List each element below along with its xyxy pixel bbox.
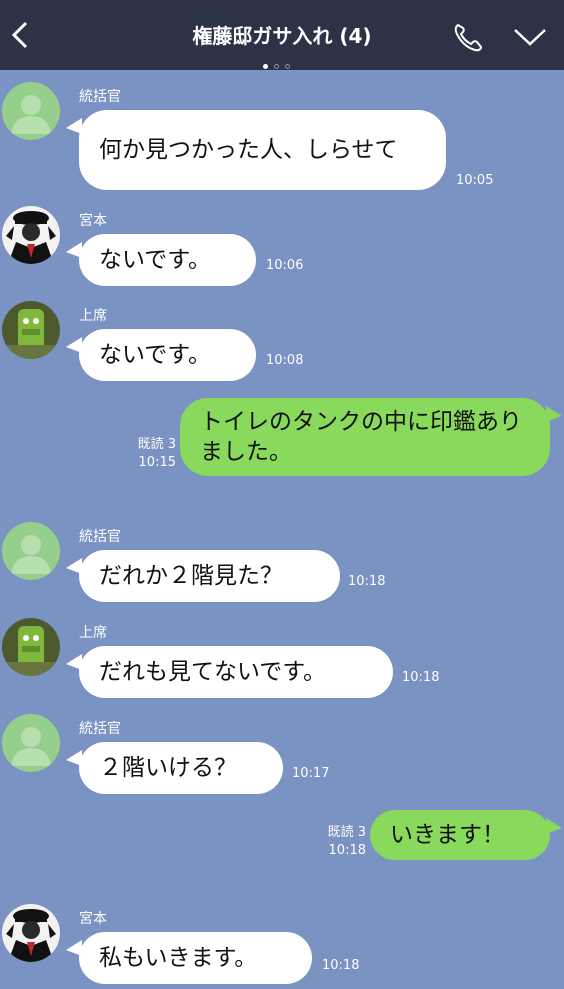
avatar-miyamoto[interactable] bbox=[2, 904, 60, 962]
message-bubble[interactable]: ないです。 bbox=[79, 234, 256, 286]
message-text: 私もいきます。 bbox=[99, 945, 258, 971]
avatar-default[interactable] bbox=[2, 522, 60, 580]
read-status: 既読 3 bbox=[137, 437, 176, 452]
read-receipt: 既読 3 10:18 bbox=[306, 824, 366, 860]
message-time: 10:05 bbox=[456, 173, 494, 188]
message-time: 10:18 bbox=[328, 843, 366, 858]
message-bubble[interactable]: 私もいきます。 bbox=[79, 932, 312, 984]
sender-name: 宮本 bbox=[79, 213, 107, 229]
message-bubble[interactable]: いきます！ bbox=[370, 810, 550, 860]
message-time: 10:18 bbox=[348, 574, 386, 589]
read-status: 既読 3 bbox=[327, 825, 366, 840]
page-indicator bbox=[263, 54, 303, 69]
message-bubble[interactable]: だれか２階見た？ bbox=[79, 550, 340, 602]
sender-name: 統括官 bbox=[79, 721, 121, 737]
message-bubble[interactable]: 何か見つかった人、しらせて bbox=[79, 110, 446, 190]
chevron-down-icon[interactable] bbox=[512, 26, 548, 48]
message-time: 10:17 bbox=[292, 766, 330, 781]
message-bubble[interactable]: トイレのタンクの中に印鑑ありました。 bbox=[180, 398, 550, 476]
message-time: 10:08 bbox=[266, 353, 304, 368]
avatar-default[interactable] bbox=[2, 714, 60, 772]
message-bubble[interactable]: だれも見てないです。 bbox=[79, 646, 393, 698]
page-dot bbox=[274, 64, 279, 69]
bubble-tail bbox=[546, 406, 562, 422]
message-text: だれも見てないです。 bbox=[99, 659, 327, 685]
avatar-joseki[interactable] bbox=[2, 301, 60, 359]
message-text: 何か見つかった人、しらせて bbox=[99, 137, 398, 163]
page-dot-active bbox=[263, 64, 268, 69]
sender-name: 上席 bbox=[79, 308, 107, 324]
sender-name: 宮本 bbox=[79, 911, 107, 927]
default-user-icon bbox=[2, 522, 60, 580]
message-text: ないです。 bbox=[99, 247, 212, 273]
user-photo-icon bbox=[2, 301, 60, 359]
user-photo-icon bbox=[2, 206, 60, 264]
avatar-miyamoto[interactable] bbox=[2, 206, 60, 264]
message-time: 10:18 bbox=[402, 670, 440, 685]
chat-header: 権藤邸ガサ入れ (4) bbox=[0, 0, 564, 70]
message-text: いきます！ bbox=[390, 822, 505, 848]
message-text: ２階いける？ bbox=[99, 755, 237, 781]
message-text: だれか２階見た？ bbox=[99, 563, 283, 589]
message-bubble[interactable]: ２階いける？ bbox=[79, 742, 283, 794]
message-time: 10:06 bbox=[266, 258, 304, 273]
phone-call-icon[interactable] bbox=[452, 22, 484, 52]
default-user-icon bbox=[2, 714, 60, 772]
default-user-icon bbox=[2, 82, 60, 140]
avatar-default[interactable] bbox=[2, 82, 60, 140]
sender-name: 統括官 bbox=[79, 529, 121, 545]
message-bubble[interactable]: ないです。 bbox=[79, 329, 256, 381]
user-photo-icon bbox=[2, 618, 60, 676]
chat-area: 統括官 何か見つかった人、しらせて 10:05 宮本 ないです。 10:06 上… bbox=[0, 70, 564, 989]
message-time: 10:18 bbox=[322, 958, 360, 973]
message-text: ないです。 bbox=[99, 342, 212, 368]
user-photo-icon bbox=[2, 904, 60, 962]
read-receipt: 既読 3 10:15 bbox=[118, 436, 176, 472]
message-time: 10:15 bbox=[138, 455, 176, 470]
sender-name: 上席 bbox=[79, 625, 107, 641]
avatar-joseki[interactable] bbox=[2, 618, 60, 676]
sender-name: 統括官 bbox=[79, 89, 121, 105]
page-dot bbox=[285, 64, 290, 69]
bubble-tail bbox=[546, 818, 562, 834]
message-text: トイレのタンクの中に印鑑ありました。 bbox=[200, 409, 522, 465]
